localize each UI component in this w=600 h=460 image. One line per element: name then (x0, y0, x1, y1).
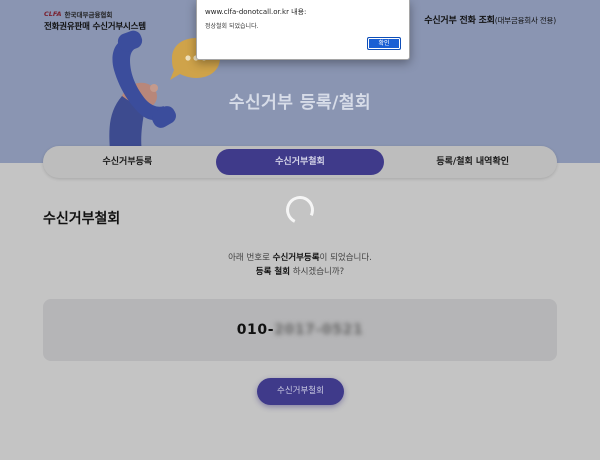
hero-title: 수신거부 등록/철회 (228, 93, 372, 113)
message-prefix: 아래 번호로 (228, 253, 273, 263)
tab-withdraw[interactable]: 수신거부철회 (215, 149, 385, 175)
phone-masked-digits: 2017-0521 (274, 322, 364, 338)
phone-prefix: 010- (236, 322, 275, 338)
lookup-link[interactable]: 수신거부 전화 조회(대부금융회사 전용) (424, 13, 556, 26)
message-line-2: 등록 철회 하시겠습니까? (0, 265, 600, 279)
alert-dialog: www.clfa-donotcall.or.kr 내용: 정상철회 되었습니다.… (196, 0, 410, 60)
message-question: 하시겠습니까? (290, 267, 345, 277)
org-name: 한국대부금융협회 (64, 11, 113, 19)
dialog-ok-button[interactable]: 확인 (367, 37, 401, 50)
tab-history[interactable]: 등록/철회 내역확인 (388, 149, 557, 175)
org-logo-mark: CLFA (44, 10, 62, 18)
tab-bar: 수신거부등록 수신거부철회 등록/철회 내역확인 (43, 146, 557, 178)
confirmation-message: 아래 번호로 수신거부등록이 되었습니다. 등록 철회 하시겠습니까? (0, 251, 600, 279)
section-title: 수신거부철회 (43, 211, 121, 227)
dialog-message: 정상철회 되었습니다. (205, 23, 259, 30)
lookup-link-sub: (대부금융회사 전용) (494, 16, 556, 25)
loading-spinner (282, 192, 318, 228)
lookup-link-label: 수신거부 전화 조회 (424, 16, 495, 26)
message-bold-action: 등록 철회 (255, 267, 291, 277)
phone-number: 010-2017-0521 (237, 322, 364, 338)
message-bold-status: 수신거부등록 (272, 253, 320, 263)
org-name-line: CLFA 한국대부금융협회 (44, 9, 146, 19)
withdraw-submit-button[interactable]: 수신거부철회 (257, 378, 344, 405)
message-line-1: 아래 번호로 수신거부등록이 되었습니다. (0, 251, 600, 265)
dialog-title: www.clfa-donotcall.or.kr 내용: (205, 8, 307, 16)
message-suffix: 이 되었습니다. (319, 253, 372, 263)
phone-number-box: 010-2017-0521 (43, 299, 557, 361)
tab-register[interactable]: 수신거부등록 (43, 149, 212, 175)
